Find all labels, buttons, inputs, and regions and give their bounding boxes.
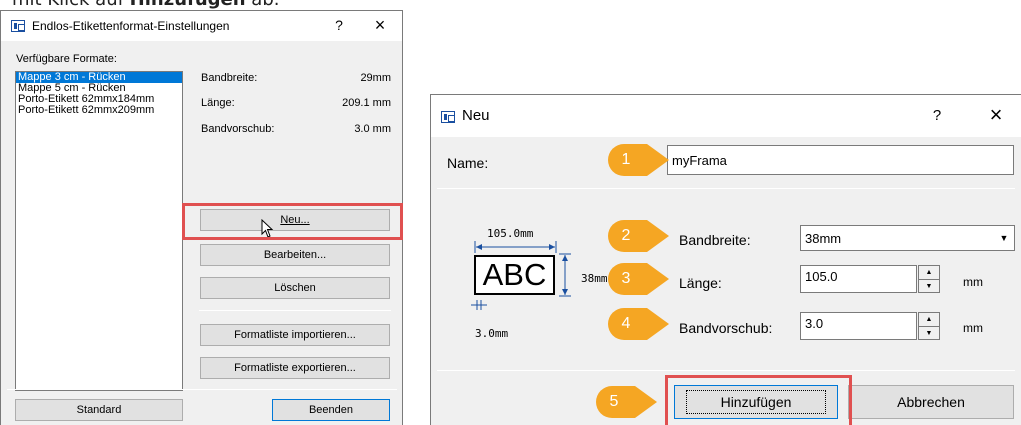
prop-label: Länge: bbox=[201, 97, 235, 109]
preview-feed-dim: 3.0mm bbox=[475, 327, 509, 340]
close-button[interactable]: × bbox=[369, 15, 391, 36]
dialog1-title: Endlos-Etikettenformat-Einstellungen bbox=[32, 19, 230, 33]
feed-label: Bandvorschub: bbox=[679, 320, 773, 336]
import-list-button[interactable]: Formatliste importieren... bbox=[200, 324, 390, 346]
step-marker: 4 bbox=[607, 307, 671, 341]
new-format-dialog: Neu ? × Name: myFrama 105.0mm ABC 38mm 3… bbox=[430, 94, 1021, 425]
step-marker: 3 bbox=[607, 262, 671, 296]
spin-down-icon[interactable]: ▼ bbox=[919, 326, 939, 339]
feed-unit: mm bbox=[963, 321, 983, 335]
quit-button[interactable]: Beenden bbox=[272, 399, 390, 421]
preview-sample-text: ABC bbox=[474, 255, 555, 295]
caption-bold: Hinzufügen bbox=[130, 0, 246, 10]
help-button[interactable]: ? bbox=[329, 17, 349, 33]
step-marker: 2 bbox=[607, 219, 671, 253]
feed-spinner[interactable]: ▲ ▼ bbox=[918, 312, 940, 340]
length-unit: mm bbox=[963, 275, 983, 289]
edit-button[interactable]: Bearbeiten... bbox=[200, 244, 390, 266]
help-button[interactable]: ? bbox=[927, 107, 947, 124]
close-button[interactable]: × bbox=[983, 102, 1009, 128]
chevron-down-icon[interactable]: ▼ bbox=[994, 226, 1014, 250]
length-spinner[interactable]: ▲ ▼ bbox=[918, 265, 940, 293]
feed-input[interactable]: 3.0 bbox=[800, 312, 917, 340]
prop-value: 29mm bbox=[360, 72, 391, 84]
feed-dimension-arrow-icon bbox=[471, 300, 487, 310]
mouse-cursor-icon bbox=[261, 219, 274, 238]
standard-button[interactable]: Standard bbox=[15, 399, 183, 421]
step-marker: 1 bbox=[607, 143, 671, 177]
spin-up-icon[interactable]: ▲ bbox=[919, 313, 939, 326]
formats-listbox[interactable]: Mappe 3 cm - Rücken Mappe 5 cm - Rücken Po… bbox=[15, 71, 183, 391]
available-formats-label: Verfügbare Formate: bbox=[16, 53, 117, 65]
step-marker: 5 bbox=[595, 385, 659, 419]
label-format-icon bbox=[441, 111, 455, 123]
format-settings-dialog: Endlos-Etikettenformat-Einstellungen ? ×… bbox=[0, 10, 403, 425]
dialog2-titlebar: Neu ? × bbox=[431, 95, 1021, 137]
width-select[interactable]: 38mm ▼ bbox=[800, 225, 1015, 251]
format-list-item[interactable]: Porto-Etikett 62mmx209mm bbox=[16, 105, 182, 116]
length-label: Länge: bbox=[679, 275, 722, 291]
cancel-button[interactable]: Abbrechen bbox=[848, 385, 1014, 419]
name-input[interactable]: myFrama bbox=[667, 145, 1014, 175]
prop-value: 209.1 mm bbox=[342, 97, 391, 109]
prop-value: 3.0 mm bbox=[354, 123, 391, 135]
length-input[interactable]: 105.0 bbox=[800, 265, 917, 293]
name-label: Name: bbox=[447, 155, 489, 171]
separator bbox=[7, 389, 397, 390]
export-list-button[interactable]: Formatliste exportieren... bbox=[200, 357, 390, 379]
add-button[interactable]: Hinzufügen bbox=[674, 385, 838, 419]
prop-label: Bandbreite: bbox=[201, 72, 258, 84]
delete-button[interactable]: Löschen bbox=[200, 277, 390, 299]
preview-length-dim: 105.0mm bbox=[487, 227, 534, 240]
length-dimension-arrow-icon bbox=[474, 241, 557, 253]
dialog2-title: Neu bbox=[462, 107, 490, 124]
dialog1-titlebar: Endlos-Etikettenformat-Einstellungen ? × bbox=[1, 11, 402, 41]
spin-down-icon[interactable]: ▼ bbox=[919, 279, 939, 292]
width-label: Bandbreite: bbox=[679, 232, 751, 248]
preview-width-dim: 38mm bbox=[581, 272, 608, 285]
spin-up-icon[interactable]: ▲ bbox=[919, 266, 939, 279]
separator bbox=[199, 310, 391, 311]
instruction-caption: mit Klick auf Hinzufügen ab. bbox=[12, 0, 279, 10]
prop-label: Bandvorschub: bbox=[201, 123, 275, 135]
separator bbox=[437, 188, 1015, 189]
width-dimension-arrow-icon bbox=[559, 253, 571, 297]
separator bbox=[437, 370, 1015, 371]
new-button[interactable]: Neu... bbox=[200, 209, 390, 231]
label-format-icon bbox=[11, 20, 25, 32]
